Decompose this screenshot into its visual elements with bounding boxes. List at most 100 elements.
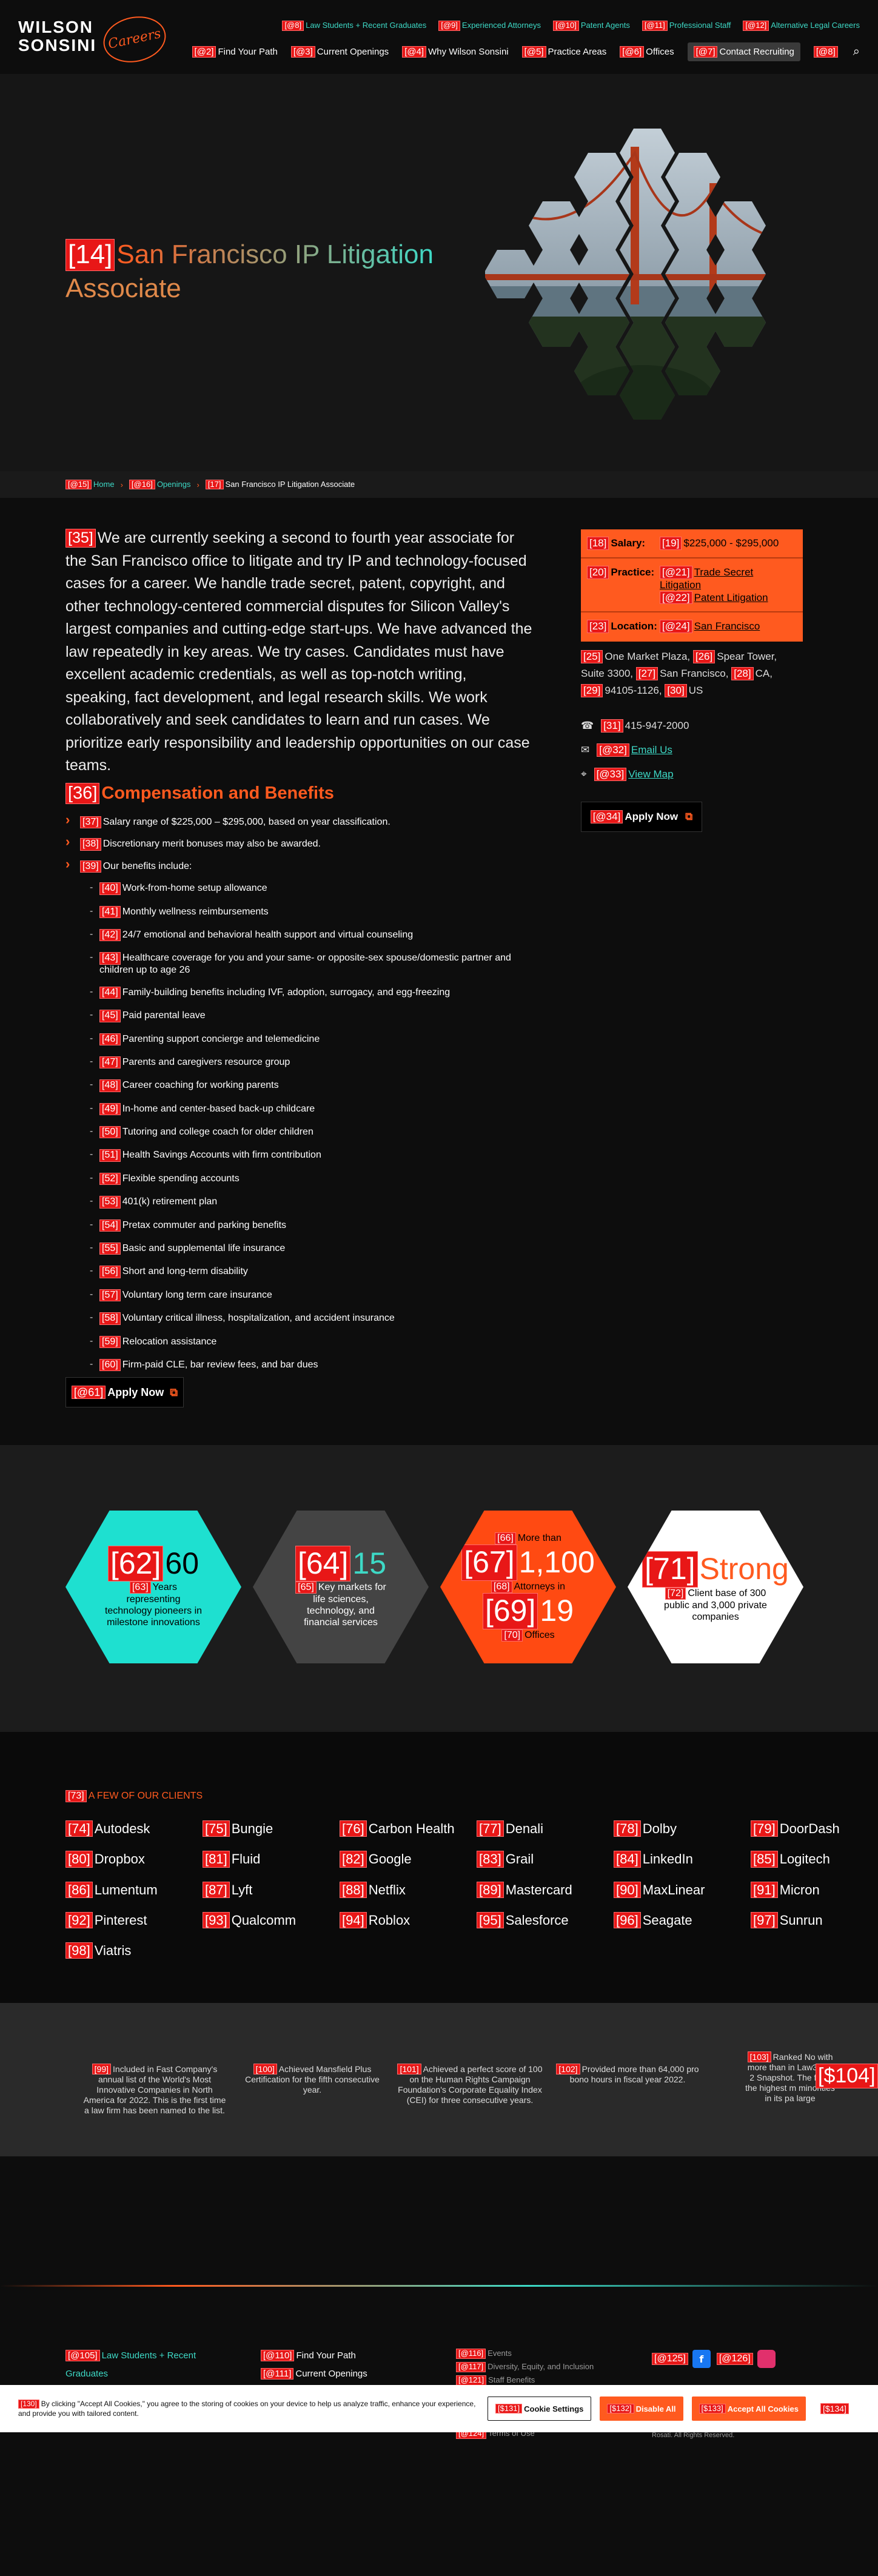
client-name: [93] Qualcomm <box>203 1911 340 1929</box>
email-contact[interactable]: ✉ [@32] Email Us <box>581 743 672 757</box>
wilson-sonsini-logo[interactable]: WILSON SONSINI <box>18 18 96 55</box>
tag-label: [96] <box>614 1911 641 1929</box>
tag-label: [75] <box>203 1820 230 1837</box>
email-link[interactable]: Email Us <box>631 744 672 756</box>
tag-label: [31] <box>601 719 623 733</box>
tag-label: [89] <box>477 1881 504 1898</box>
stat-clients: [71] Strong [72] Client base of 300 public… <box>628 1511 803 1663</box>
client-name: [76] Carbon Health <box>340 1820 477 1837</box>
map-contact[interactable]: ⌖ [@33] View Map <box>581 768 674 781</box>
top-nav-link[interactable]: [@12] Alternative Legal Careers <box>743 21 860 31</box>
benefit-item-text: Monthly wellness reimbursements <box>122 906 269 917</box>
footer-link[interactable]: [@117] Diversity, Equity, and Inclusion <box>456 2360 602 2373</box>
facebook-icon[interactable]: [@125] f <box>652 2350 711 2368</box>
tag-label: [55] <box>99 1243 121 1255</box>
tag-label: [@110] <box>261 2350 295 2362</box>
main-nav-link[interactable]: [@4] Why Wilson Sonsini <box>402 46 509 58</box>
main-nav-link[interactable]: [@2] Find Your Path <box>192 46 278 58</box>
hero-section: [14] San Francisco IP Litigation Associat… <box>0 74 878 471</box>
location-link[interactable]: [@24] San Francisco <box>660 620 797 633</box>
location-key: Location: <box>611 620 657 632</box>
tag-label: [103] <box>747 2051 771 2063</box>
practice-link-trade-secret[interactable]: [@21] Trade Secret Litigation <box>660 566 797 591</box>
top-nav-link-label: Patent Agents <box>580 21 630 30</box>
tag-label: [60] <box>99 1358 121 1372</box>
main-nav-link-label: Why Wilson Sonsini <box>428 47 509 57</box>
tag-label: [68] <box>491 1580 512 1594</box>
footer-link-label: Events <box>488 2349 512 2358</box>
tag-label: [44] <box>99 986 121 999</box>
client-name-text: Logitech <box>779 1851 830 1867</box>
benefit-item: [41]Monthly wellness reimbursements <box>90 905 538 918</box>
search-icon[interactable]: ⌕ <box>853 45 860 59</box>
benefit-item: [43]Healthcare coverage for you and your… <box>90 952 538 975</box>
main-nav-link[interactable]: [@6] Offices <box>620 46 674 58</box>
breadcrumb-openings[interactable]: [@16] Openings <box>129 479 190 490</box>
footer-link[interactable]: [@116] Events <box>456 2347 602 2360</box>
footer-link[interactable]: [@105] Law Students + Recent Graduates <box>65 2347 205 2383</box>
cookie-settings-button[interactable]: [$131] Cookie Settings <box>488 2397 592 2421</box>
tag-label: [45] <box>99 1010 121 1022</box>
tag-label: [@12] <box>743 21 769 31</box>
main-nav-link[interactable]: [@7] Contact Recruiting <box>687 42 800 62</box>
apply-now-side-button[interactable]: [@34] Apply Now ⧉ <box>581 802 702 832</box>
top-nav-link[interactable]: [@10] Patent Agents <box>552 21 630 31</box>
main-nav-link-label: Practice Areas <box>548 47 607 57</box>
footer-link[interactable]: [@111] Current Openings <box>261 2365 400 2383</box>
tag-label: [43] <box>99 952 121 965</box>
map-pin-icon: ⌖ <box>581 768 587 780</box>
main-nav-link[interactable]: [@8] <box>813 46 840 58</box>
page-title-line2: Associate <box>65 273 181 303</box>
tag-label: [$104] <box>816 2064 878 2089</box>
view-map-link[interactable]: View Map <box>628 768 673 780</box>
tag-label: [65] <box>295 1581 317 1594</box>
job-intro-text: We are currently seeking a second to fou… <box>65 529 532 774</box>
tag-label: [@105] <box>65 2350 100 2362</box>
benefits-list: [40]Work-from-home setup allowance [41]Mo… <box>90 882 538 1372</box>
footer-link[interactable]: [@110] Find Your Path <box>261 2347 400 2365</box>
footer-link-label: Find Your Path <box>296 2350 356 2361</box>
stat-value: 60 <box>165 1546 199 1580</box>
carousel-next-button[interactable]: [$104] <box>816 2064 878 2089</box>
stat-value: Strong <box>699 1552 789 1586</box>
tag-label: [48] <box>99 1079 121 1092</box>
close-cookie-banner-button[interactable]: [$134] <box>820 2403 851 2415</box>
top-nav-link[interactable]: [@8] Law Students + Recent Graduates <box>282 21 426 31</box>
instagram-icon[interactable]: [@126] <box>716 2350 776 2368</box>
tag-label: [46] <box>99 1033 121 1045</box>
client-name: [79] DoorDash <box>751 1820 878 1837</box>
tag-label: [@34] <box>590 810 623 823</box>
tag-label: [@2] <box>192 46 216 58</box>
tag-label: [91] <box>751 1881 778 1898</box>
benefit-item-text: Health Savings Accounts with firm contri… <box>122 1150 321 1161</box>
careers-logo-script: Careers <box>99 10 170 69</box>
benefit-item: [59]Relocation assistance <box>90 1335 538 1348</box>
tag-label: [$131] <box>495 2403 523 2414</box>
top-nav-link[interactable]: [@9] Experienced Attorneys <box>438 21 541 31</box>
footer-gradient-divider <box>0 2285 878 2287</box>
breadcrumb-home[interactable]: [@15] Home <box>65 479 115 490</box>
tag-label: [59] <box>99 1335 121 1348</box>
apply-now-button[interactable]: [@61] Apply Now ⧉ <box>65 1377 184 1407</box>
main-nav-link[interactable]: [@5] Practice Areas <box>521 46 607 58</box>
tag-label: [40] <box>99 882 121 895</box>
top-nav: [@8] Law Students + Recent Graduates [@9] E… <box>282 21 860 31</box>
tag-label: [19] <box>660 537 682 550</box>
phone-icon: ☎ <box>581 719 594 731</box>
benefit-item: [60]Firm-paid CLE, bar review fees, and … <box>90 1358 538 1372</box>
tag-label: [25] <box>581 650 603 663</box>
top-nav-link[interactable]: [@11] Professional Staff <box>642 21 731 31</box>
chevron-right-icon: › <box>120 480 123 489</box>
accept-all-cookies-button[interactable]: [$133] Accept All Cookies <box>691 2397 806 2421</box>
benefit-item-text: Healthcare coverage for you and your sam… <box>99 953 511 975</box>
main-nav-link[interactable]: [@3] Current Openings <box>290 46 389 58</box>
benefit-item: [56]Short and long-term disability <box>90 1266 538 1278</box>
benefit-item-text: Work-from-home setup allowance <box>122 883 267 894</box>
practice-link-patent[interactable]: [@22] Patent Litigation <box>660 591 797 605</box>
tag-label: [@3] <box>290 46 315 58</box>
disable-all-cookies-button[interactable]: [$132] Disable All <box>600 2397 683 2421</box>
job-intro: [35] We are currently seeking a second to… <box>65 527 532 777</box>
tag-label: [42] <box>99 928 121 942</box>
tag-label: [67] <box>461 1545 517 1581</box>
disable-all-label: Disable All <box>635 2404 676 2413</box>
